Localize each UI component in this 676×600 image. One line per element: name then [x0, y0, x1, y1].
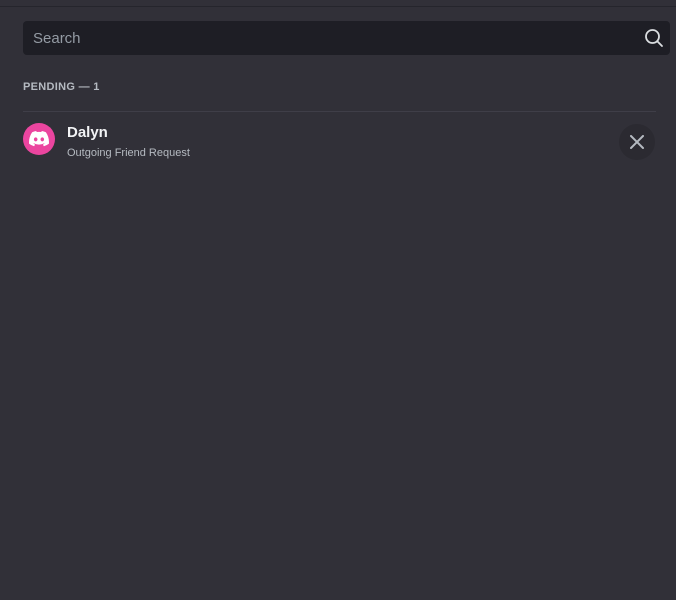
pending-section-header: PENDING — 1 — [23, 81, 100, 93]
search-bar — [23, 21, 670, 55]
cancel-request-button[interactable] — [619, 124, 655, 160]
search-icon[interactable] — [644, 28, 664, 48]
friend-request-status: Outgoing Friend Request — [67, 147, 190, 159]
avatar[interactable] — [23, 123, 55, 155]
top-divider — [0, 0, 676, 7]
search-input[interactable] — [23, 21, 633, 55]
friend-name: Dalyn — [67, 124, 108, 141]
friend-request-row[interactable]: Dalyn Outgoing Friend Request — [23, 112, 656, 170]
